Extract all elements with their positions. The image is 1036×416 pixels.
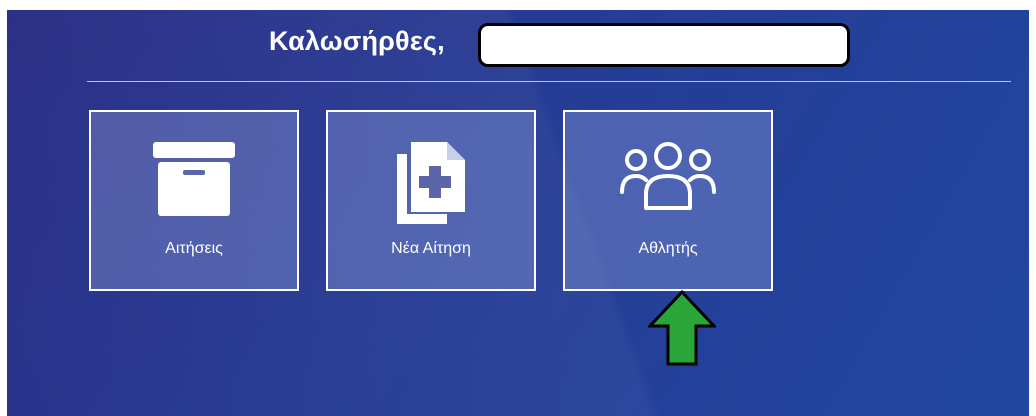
- applications-tile[interactable]: Αιτήσεις: [89, 110, 299, 291]
- green-arrow-up-icon: [646, 289, 718, 371]
- users-group-icon: [618, 142, 718, 219]
- header-divider: [87, 81, 1011, 82]
- archive-box-icon: [153, 142, 235, 223]
- athlete-tile[interactable]: Αθλητής: [563, 110, 773, 291]
- redacted-user-name: [478, 23, 850, 67]
- applications-label: Αιτήσεις: [165, 240, 223, 257]
- athlete-label: Αθλητής: [638, 240, 698, 257]
- new-application-label: Νέα Αίτηση: [391, 240, 471, 257]
- new-application-tile[interactable]: Νέα Αίτηση: [326, 110, 536, 291]
- welcome-greeting: Καλωσήρθες,: [269, 26, 445, 56]
- new-document-icon: [395, 142, 467, 231]
- app-frame: Καλωσήρθες, Αιτήσεις Νέα Αίτηση Αθλητής: [7, 10, 1029, 416]
